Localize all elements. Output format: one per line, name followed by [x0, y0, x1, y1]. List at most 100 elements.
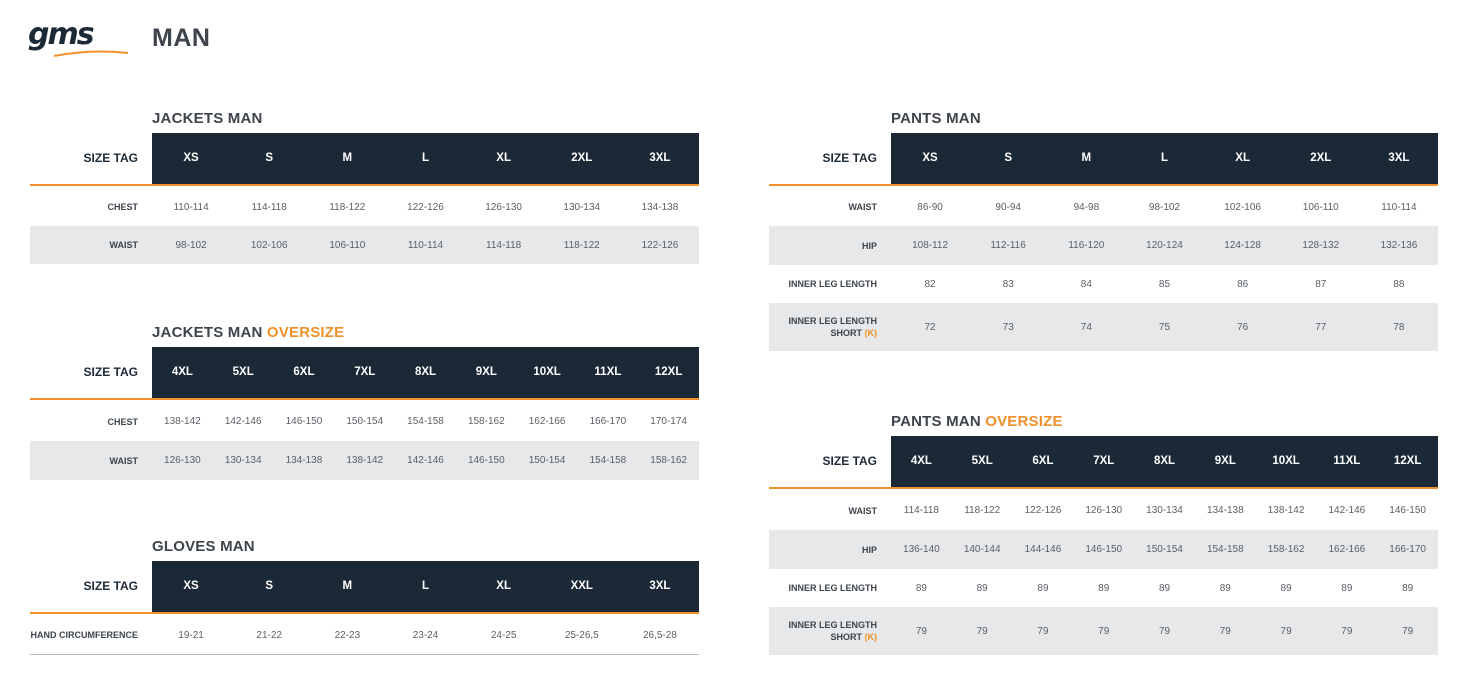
table-row: INNER LEG LENGTH SHORT (K) 79 79 79 79 79 79 79 7…: [769, 607, 1438, 655]
table-cell: 110-114: [173, 201, 209, 213]
table-cell: 90-94: [995, 201, 1021, 213]
size-header-cell: 4XL: [910, 455, 932, 467]
table-cell: 110-114: [407, 239, 444, 251]
table-cell: 83: [1002, 278, 1014, 290]
table-cell: 150-154: [346, 416, 384, 427]
size-tag-header-row: SIZE TAG XS S M L XL 2XL 3XL: [30, 133, 699, 186]
size-tag-label: SIZE TAG: [83, 151, 138, 165]
size-header-cell: XL: [496, 580, 511, 592]
size-header-cells: XS S M L XL 2XL 3XL: [891, 133, 1438, 184]
size-header-cell: 12XL: [1393, 455, 1422, 467]
table-cell: 73: [1002, 321, 1014, 333]
table-cell: 88: [1393, 278, 1405, 290]
size-tag-header-row: SIZE TAG XS S M L XL XXL 3XL: [30, 561, 699, 614]
row-cells: 138-142 142-146 146-150 150-154 154-158 158-1…: [152, 402, 699, 441]
row-label: HAND CIRCUMFERENCE: [30, 629, 139, 641]
table-cell: 138-142: [164, 416, 201, 427]
table-cell: 146-150: [1389, 505, 1426, 516]
table-row: HAND CIRCUMFERENCE 19-21 21-22 22-23 23-24 24…: [30, 616, 699, 654]
table-cell: 89: [1037, 582, 1049, 594]
size-tag-header-row: SIZE TAG 4XL 5XL 6XL 7XL 8XL 9XL 10XL 11XL 12XL: [769, 436, 1438, 489]
table-cell: 78: [1393, 321, 1405, 333]
size-header-cell: 3XL: [1388, 152, 1410, 164]
size-header-cell: 7XL: [1093, 455, 1115, 467]
table-row: INNER LEG LENGTH 82 83 84 85 86 87 88: [769, 265, 1438, 303]
row-cells: 79 79 79 79 79 79 79 79 79: [891, 607, 1438, 655]
table-cell: 74: [1080, 321, 1092, 333]
table-cell: 122-126: [407, 201, 444, 213]
size-header-cell: 9XL: [475, 366, 497, 378]
row-label-line2: SHORT: [830, 632, 862, 642]
row-label-text: WAIST: [848, 202, 878, 212]
size-tag-label: SIZE TAG: [83, 579, 138, 593]
table-cell: 21-22: [256, 629, 282, 641]
table-cell: 76: [1237, 321, 1249, 333]
table-cell: 158-162: [650, 455, 687, 466]
row-label-text: HIP: [861, 544, 877, 555]
section-title-text: JACKETS MAN: [152, 110, 263, 127]
table-cell: 146-150: [285, 416, 323, 427]
table-cell: 89: [1098, 582, 1110, 594]
size-header-cell: 2XL: [1310, 152, 1332, 164]
table-cell: 136-140: [903, 544, 940, 555]
row-label-text: CHEST: [107, 202, 138, 212]
size-header-cell: XS: [922, 152, 938, 164]
row-label-text: WAIST: [109, 240, 139, 250]
table-cell: 114-118: [486, 239, 522, 251]
size-header-cell: XL: [1235, 152, 1250, 164]
table-cell: 26,5-28: [642, 629, 677, 641]
size-header-cell: L: [1160, 152, 1168, 164]
row-cells: 82 83 84 85 86 87 88: [891, 265, 1438, 303]
page-title: MAN: [152, 24, 211, 52]
size-header-cell: 5XL: [232, 366, 254, 378]
size-header-cell: 7XL: [354, 366, 376, 378]
table-row: INNER LEG LENGTH SHORT (K) 72 73 74 75 76 77 78: [769, 303, 1438, 351]
table-cell: 158-162: [1267, 544, 1305, 555]
table-cell: 142-146: [1328, 505, 1366, 516]
size-tag-label: SIZE TAG: [822, 454, 877, 468]
logo-text: gms: [28, 17, 95, 52]
size-header-cell: M: [342, 152, 353, 164]
section-title: GLOVES MAN: [152, 538, 255, 555]
row-label-text: HAND CIRCUMFERENCE: [30, 630, 139, 640]
table-cell: 79: [976, 625, 988, 637]
section-title-accent: OVERSIZE: [266, 324, 345, 341]
row-cells: 86-90 90-94 94-98 98-102 102-106 106-110 110-1…: [891, 188, 1438, 226]
size-header-cell: XS: [183, 152, 199, 164]
table-cell: 19-21: [178, 629, 204, 641]
table-cell: 89: [1341, 582, 1353, 594]
section-title-accent: OVERSIZE: [985, 413, 1063, 430]
table-row: WAIST 126-130 130-134 134-138 138-142 142-146…: [30, 441, 699, 480]
size-header-cell: L: [421, 152, 429, 164]
table-cell: 108-112: [912, 240, 949, 251]
section-title: JACKETS MAN: [152, 110, 263, 127]
table-cell: 112-116: [990, 240, 1026, 251]
table-cell: 79: [1219, 625, 1231, 637]
row-label: HIP: [769, 544, 877, 556]
table-cell: 84: [1080, 278, 1092, 290]
section-title: PANTS MAN: [891, 110, 981, 127]
section-title: JACKETS MAN OVERSIZE: [152, 324, 344, 341]
table-cell: 116-120: [1068, 240, 1105, 251]
size-header-cell: 6XL: [1032, 455, 1054, 467]
size-header-cell: XXL: [570, 580, 593, 592]
row-cells: 89 89 89 89 89 89 89 89 89: [891, 569, 1438, 607]
row-label: INNER LEG LENGTH SHORT (K): [769, 619, 877, 643]
table-cell: 79: [1158, 625, 1171, 637]
table-cell: 146-150: [1085, 544, 1123, 555]
table-row: CHEST 138-142 142-146 146-150 150-154 154-158…: [30, 402, 699, 441]
table-cell: 102-106: [1224, 201, 1261, 213]
size-header-cell: L: [421, 580, 429, 592]
size-header-cell: 11XL: [594, 366, 622, 378]
row-label-text: INNER LEG LENGTH: [788, 316, 877, 326]
table-cell: 138-142: [346, 455, 384, 466]
row-label-text: INNER LEG LENGTH: [788, 620, 877, 630]
table-cell: 89: [1219, 582, 1231, 594]
table-cell: 126-130: [164, 455, 201, 466]
row-label: WAIST: [30, 239, 139, 251]
row-label-text: CHEST: [107, 416, 138, 427]
table-cell: 86: [1237, 278, 1249, 290]
table-row: WAIST 114-118 118-122 122-126 126-130 130-134…: [769, 491, 1438, 530]
row-label: INNER LEG LENGTH: [769, 278, 877, 290]
table-cell: 24-25: [490, 629, 517, 641]
